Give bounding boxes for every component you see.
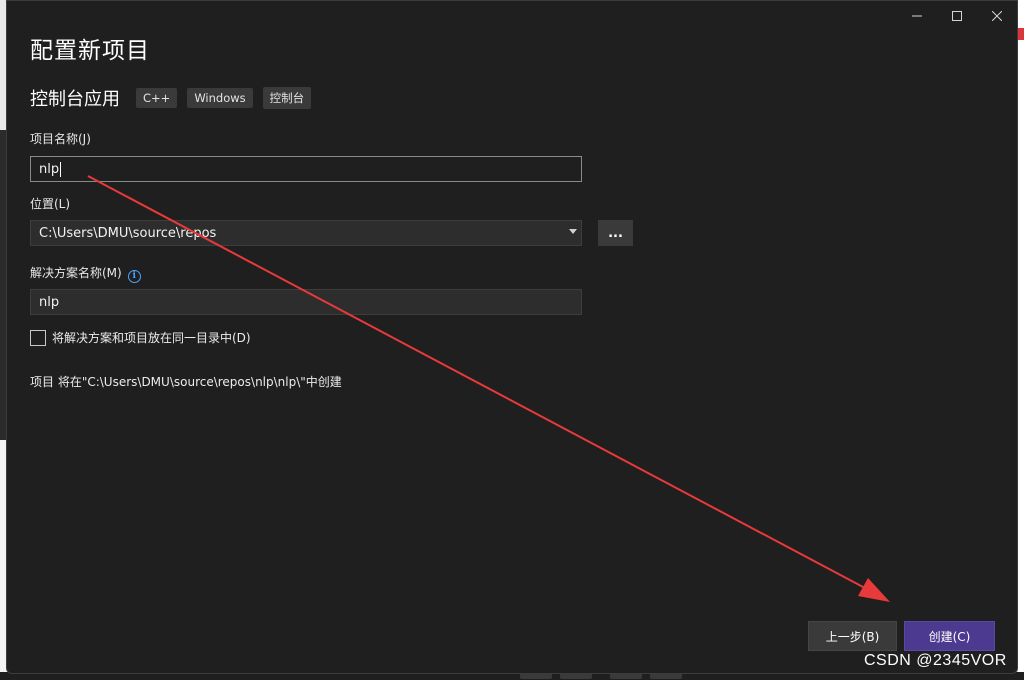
location-label: 位置(L) [30, 197, 71, 211]
info-icon[interactable]: i [127, 269, 141, 283]
template-summary: 控制台应用 C++ Windows 控制台 [30, 84, 321, 112]
maximize-icon [952, 11, 962, 21]
template-name: 控制台应用 [30, 89, 120, 110]
location-value: C:\Users\DMU\source\repos [39, 225, 217, 241]
close-icon [992, 11, 1002, 21]
minimize-icon [912, 15, 922, 17]
background-page-fragment-right [1018, 0, 1024, 680]
background-page-fragment-red [1018, 28, 1024, 40]
project-path-info: 项目 将在"C:\Users\DMU\source\repos\nlp\nlp\… [30, 375, 342, 389]
minimize-button[interactable] [897, 1, 937, 31]
solution-name-input[interactable]: nlp [30, 289, 582, 315]
solution-name-label-row: 解决方案名称(M) i [30, 264, 141, 283]
close-button[interactable] [977, 1, 1017, 31]
project-name-label: 项目名称(J) [30, 132, 91, 146]
window-controls [897, 1, 1017, 31]
location-combobox[interactable]: C:\Users\DMU\source\repos [30, 220, 582, 246]
dialog-title: 配置新项目 [30, 38, 150, 64]
project-name-value: nlp [39, 161, 60, 177]
same-directory-label[interactable]: 将解决方案和项目放在同一目录中(D) [52, 329, 251, 346]
solution-name-value: nlp [39, 294, 60, 310]
tag-project-type: 控制台 [262, 87, 312, 109]
configure-project-dialog: 配置新项目 控制台应用 C++ Windows 控制台 项目名称(J) nlp … [6, 0, 1018, 674]
watermark-text: CSDN @2345VOR [864, 652, 1007, 669]
back-button[interactable]: 上一步(B) [808, 621, 897, 651]
browse-location-button[interactable]: ... [598, 220, 633, 246]
create-button[interactable]: 创建(C) [904, 621, 995, 651]
solution-name-label: 解决方案名称(M) [30, 266, 122, 280]
chevron-down-icon[interactable] [569, 229, 577, 234]
maximize-button[interactable] [937, 1, 977, 31]
text-caret [60, 161, 62, 177]
tag-platform: Windows [187, 88, 253, 108]
tag-language: C++ [136, 88, 178, 108]
same-directory-checkbox[interactable] [30, 329, 46, 346]
project-name-input[interactable]: nlp [30, 156, 582, 182]
same-directory-option: 将解决方案和项目放在同一目录中(D) [30, 329, 251, 346]
